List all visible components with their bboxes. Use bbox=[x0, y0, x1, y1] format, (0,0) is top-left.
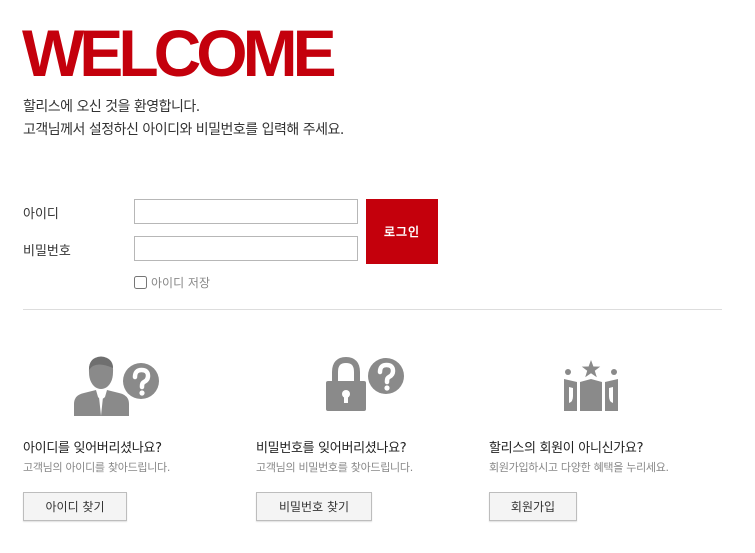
find-id-question: 아이디를 잊어버리셨나요? bbox=[23, 441, 162, 456]
find-id-button[interactable]: 아이디 찾기 bbox=[23, 492, 127, 521]
save-id-checkbox[interactable] bbox=[134, 276, 147, 289]
find-id-desc: 고객님의 아이디를 찾아드립니다. bbox=[23, 461, 171, 474]
password-label: 비밀번호 bbox=[23, 244, 71, 259]
lock-question-icon bbox=[326, 356, 404, 411]
membership-icon bbox=[564, 360, 618, 411]
user-question-icon bbox=[74, 356, 159, 416]
signup-button[interactable]: 회원가입 bbox=[489, 492, 577, 521]
find-password-desc: 고객님의 비밀번호를 찾아드립니다. bbox=[256, 461, 413, 474]
divider bbox=[23, 309, 722, 310]
id-input[interactable] bbox=[134, 199, 358, 224]
intro-text: 할리스에 오신 것을 환영합니다. 고객님께서 설정하신 아이디와 비밀번호를 … bbox=[23, 96, 344, 142]
save-id-label: 아이디 저장 bbox=[151, 276, 211, 290]
id-label: 아이디 bbox=[23, 207, 59, 222]
welcome-heading: WELCOME bbox=[22, 16, 337, 90]
intro-line-2: 고객님께서 설정하신 아이디와 비밀번호를 입력해 주세요. bbox=[23, 122, 344, 138]
login-button[interactable]: 로그인 bbox=[366, 199, 438, 264]
signup-desc: 회원가입하시고 다양한 혜택을 누리세요. bbox=[489, 461, 669, 474]
find-password-button[interactable]: 비밀번호 찾기 bbox=[256, 492, 372, 521]
save-id-option[interactable]: 아이디 저장 bbox=[134, 274, 210, 291]
signup-question: 할리스의 회원이 아니신가요? bbox=[489, 441, 644, 456]
intro-line-1: 할리스에 오신 것을 환영합니다. bbox=[23, 99, 200, 115]
password-input[interactable] bbox=[134, 236, 358, 261]
find-password-question: 비밀번호를 잊어버리셨나요? bbox=[256, 441, 407, 456]
